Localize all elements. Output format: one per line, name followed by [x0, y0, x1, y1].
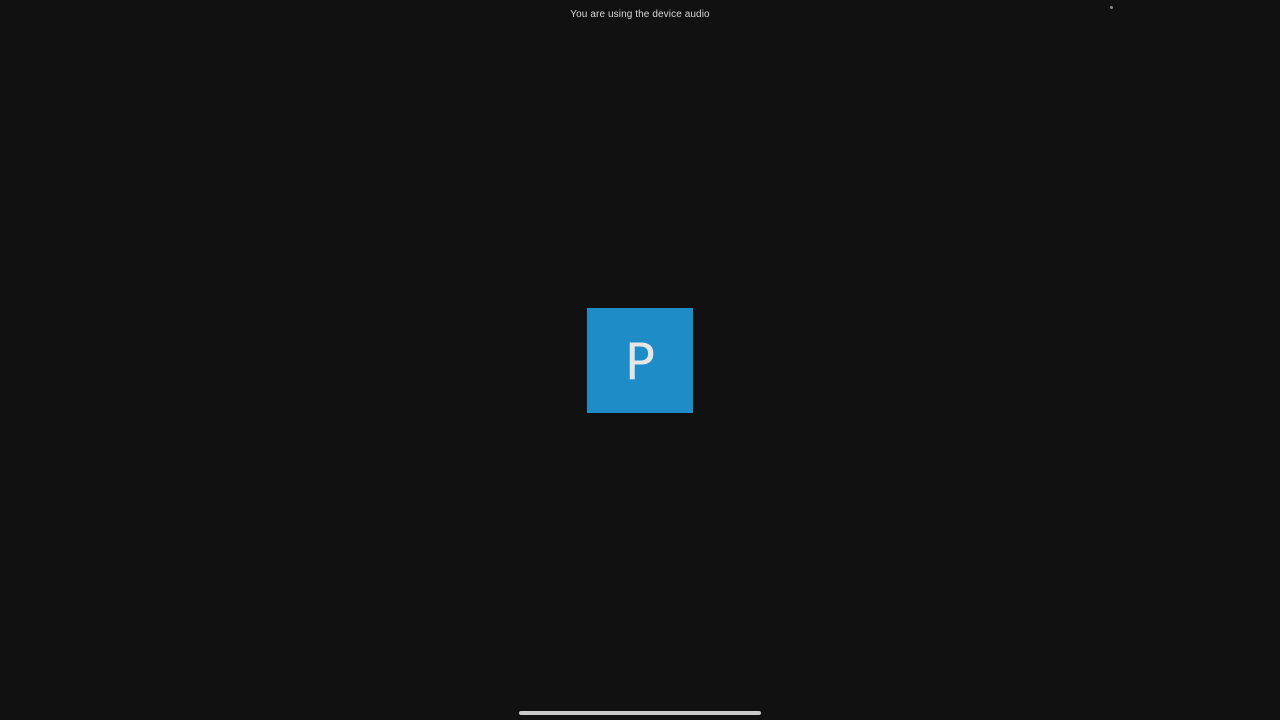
audio-status-message: You are using the device audio: [570, 9, 710, 20]
participant-avatar[interactable]: P: [587, 308, 693, 413]
status-indicator-dot: [1110, 6, 1113, 9]
meeting-screen: You are using the device audio P: [0, 0, 1280, 720]
participant-initial: P: [624, 332, 656, 391]
home-indicator-bar[interactable]: [519, 711, 761, 715]
